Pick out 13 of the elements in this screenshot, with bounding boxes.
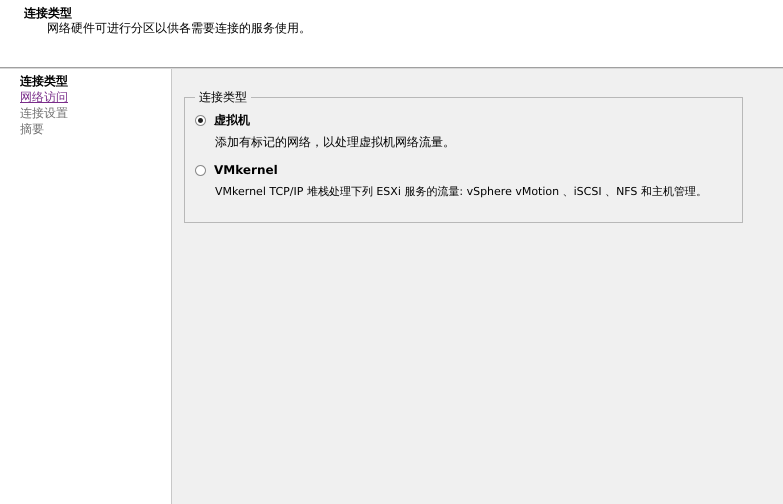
- page-subtitle: 网络硬件可进行分区以供各需要连接的服务使用。: [47, 21, 311, 36]
- option-label[interactable]: 虚拟机: [214, 112, 250, 128]
- page-title: 连接类型: [24, 6, 72, 21]
- option-label[interactable]: VMkernel: [214, 162, 278, 178]
- option-description: VMkernel TCP/IP 堆栈处理下列 ESXi 服务的流量: vSphere vMotion 、iSCSI 、NFS 和主机管理。: [215, 184, 708, 200]
- group-legend: 连接类型: [195, 89, 251, 106]
- radio-button[interactable]: [195, 164, 206, 176]
- option-description: 添加有标记的网络，以处理虚拟机网络流量。: [215, 134, 456, 150]
- step-label: 摘要: [20, 121, 44, 137]
- radio-button[interactable]: [195, 114, 206, 126]
- step-label: 连接设置: [20, 105, 68, 121]
- step-label: 连接类型: [20, 73, 68, 89]
- step-link[interactable]: 网络访问: [20, 89, 68, 105]
